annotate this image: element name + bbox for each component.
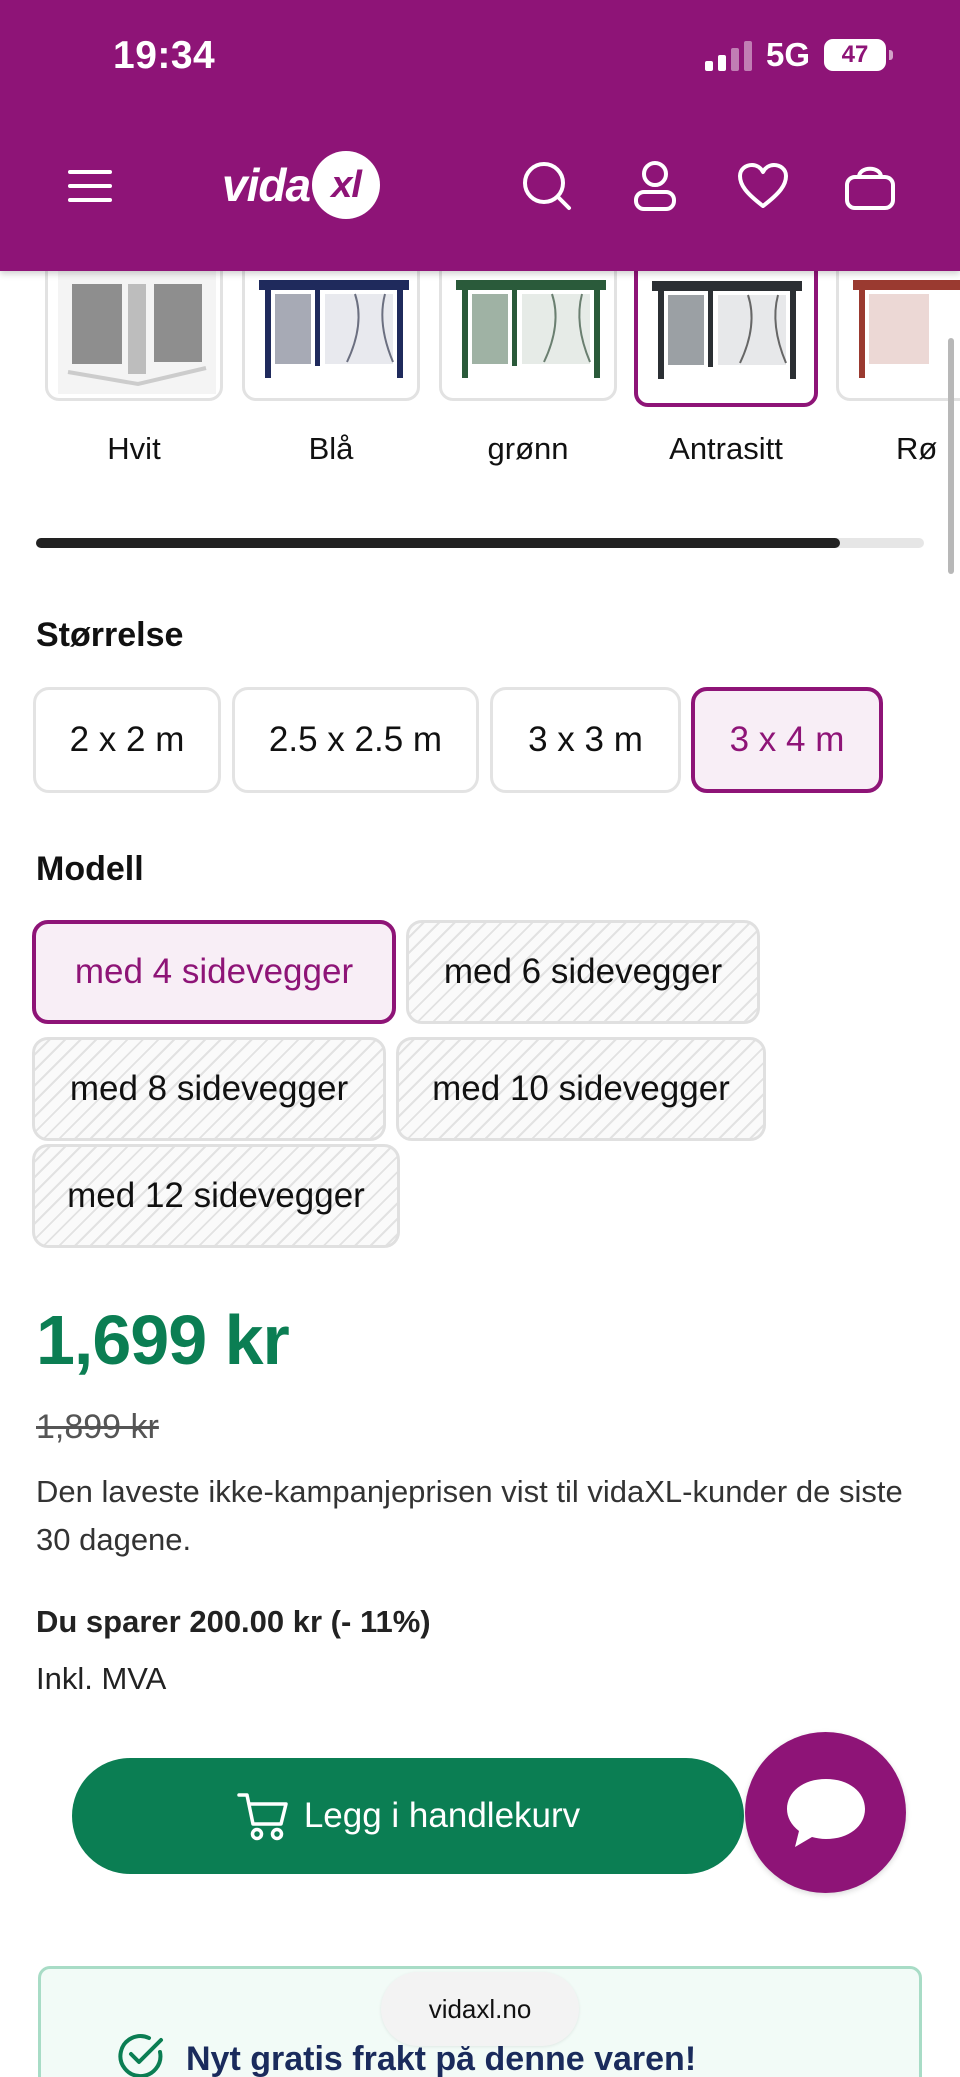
model-option-6-walls[interactable]: med 6 sidevegger xyxy=(406,920,760,1024)
account-icon[interactable] xyxy=(627,158,683,214)
add-to-cart-label: Legg i handlekurv xyxy=(303,1796,581,1835)
menu-icon[interactable] xyxy=(62,158,118,214)
swatch-anthracite[interactable] xyxy=(634,271,818,407)
cart-icon xyxy=(237,1793,288,1841)
logo-badge: xl xyxy=(312,151,381,219)
status-indicators: 5G 47 xyxy=(704,36,893,74)
price-note: Den laveste ikke-kampanjeprisen vist til… xyxy=(36,1474,903,1557)
carousel-scroll-thumb[interactable] xyxy=(36,538,840,548)
logo-text: vida xyxy=(222,159,311,211)
swatch-label-red: Rø xyxy=(896,431,938,466)
size-title: Størrelse xyxy=(36,616,184,654)
current-price: 1,699 kr xyxy=(36,1301,290,1379)
status-time: 19:34 xyxy=(113,34,216,77)
cart-icon[interactable] xyxy=(842,158,898,214)
model-option-8-walls[interactable]: med 8 sidevegger xyxy=(32,1037,386,1141)
signal-icon xyxy=(704,39,752,71)
size-option-2x2[interactable]: 2 x 2 m xyxy=(33,687,221,793)
gazebo-image xyxy=(58,271,216,394)
swatch-white[interactable] xyxy=(45,271,223,401)
check-circle-icon xyxy=(118,2034,163,2077)
product-page: 19:34 5G 47 vida xl Hvit Blå grønn Antra… xyxy=(0,0,960,2077)
search-icon[interactable] xyxy=(519,158,575,214)
vidaxl-logo[interactable]: vida xl xyxy=(222,150,381,220)
browser-url-pill[interactable]: vidaxl.no xyxy=(381,1972,579,2046)
model-option-12-walls[interactable]: med 12 sidevegger xyxy=(32,1144,400,1248)
size-option-3x4[interactable]: 3 x 4 m xyxy=(691,687,883,793)
gazebo-image xyxy=(452,271,610,394)
network-label: 5G xyxy=(765,36,810,73)
page-scrollbar[interactable] xyxy=(948,338,954,574)
savings-text: Du sparer 200.00 kr (- 11%) xyxy=(36,1604,431,1639)
swatch-label-anthracite: Antrasitt xyxy=(669,431,783,466)
old-price: 1,899 kr xyxy=(36,1408,159,1446)
swatch-label-white: Hvit xyxy=(107,431,161,466)
heart-icon[interactable] xyxy=(735,158,791,214)
model-option-4-walls[interactable]: med 4 sidevegger xyxy=(32,920,396,1024)
gazebo-image xyxy=(255,271,413,394)
site-header: 19:34 5G 47 vida xl xyxy=(0,0,960,271)
size-option-3x3[interactable]: 3 x 3 m xyxy=(490,687,681,793)
add-to-cart-button[interactable]: Legg i handlekurv xyxy=(72,1758,744,1874)
swatch-label-green: grønn xyxy=(487,431,569,466)
battery-icon: 47 xyxy=(824,39,893,71)
chat-bubble-icon xyxy=(786,1778,865,1847)
swatch-red[interactable] xyxy=(836,271,960,401)
size-option-2-5x2-5[interactable]: 2.5 x 2.5 m xyxy=(232,687,479,793)
model-option-10-walls[interactable]: med 10 sidevegger xyxy=(396,1037,766,1141)
chat-button[interactable] xyxy=(745,1732,906,1893)
swatch-green[interactable] xyxy=(439,271,617,401)
swatch-label-blue: Blå xyxy=(308,431,354,466)
color-carousel[interactable]: Hvit Blå grønn Antrasitt Rø xyxy=(0,271,960,471)
vat-text: Inkl. MVA xyxy=(36,1661,167,1696)
gazebo-image xyxy=(849,271,960,394)
swatch-blue[interactable] xyxy=(242,271,420,401)
carousel-scrollbar[interactable] xyxy=(36,538,924,548)
gazebo-image xyxy=(648,271,806,395)
model-title: Modell xyxy=(36,850,144,888)
